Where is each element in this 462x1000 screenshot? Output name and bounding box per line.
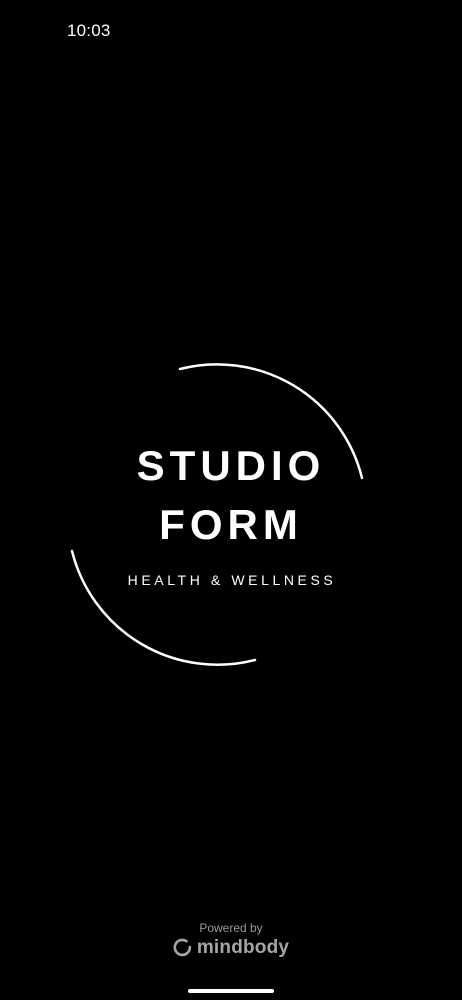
logo-title-line1: STUDIO [136,442,326,489]
studio-form-logo: STUDIO FORM HEALTH & WELLNESS [0,0,462,1000]
powered-by-label: Powered by [199,921,263,935]
mindbody-wordmark: mindbody [196,937,290,958]
mindbody-brand: mindbody [173,936,289,960]
mindbody-logo-icon [173,938,191,957]
logo-tagline: HEALTH & WELLNESS [127,572,337,588]
powered-by-footer: Powered by mindbody [0,921,462,963]
home-indicator[interactable] [188,989,274,993]
logo-title-line2: FORM [159,501,303,548]
logo-arc-bottom-left [70,549,257,666]
